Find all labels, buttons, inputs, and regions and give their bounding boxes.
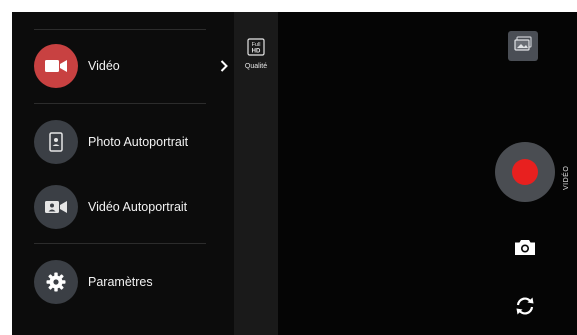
record-button[interactable] bbox=[495, 142, 555, 202]
menu-item-label: Vidéo Autoportrait bbox=[88, 200, 188, 214]
camera-mode-label: VIDÉO bbox=[563, 165, 570, 190]
video-camera-icon bbox=[34, 44, 78, 88]
menu-item-label: Vidéo bbox=[88, 59, 120, 73]
quality-button[interactable]: Full HD Qualité bbox=[236, 38, 276, 78]
camera-icon bbox=[514, 238, 536, 261]
menu-item-video[interactable]: Vidéo bbox=[34, 42, 228, 90]
switch-camera-button[interactable] bbox=[511, 294, 539, 322]
menu-item-photo-selfie[interactable]: Photo Autoportrait bbox=[34, 118, 224, 166]
quality-badge-bottom: HD bbox=[252, 49, 261, 55]
chevron-right-icon[interactable] bbox=[214, 56, 234, 76]
record-dot-icon bbox=[512, 159, 538, 185]
snapshot-button[interactable] bbox=[513, 238, 537, 260]
quality-badge-top: Full bbox=[252, 42, 261, 48]
quality-strip: Full HD Qualité bbox=[234, 12, 278, 335]
switch-camera-icon bbox=[513, 294, 537, 323]
video-selfie-icon bbox=[34, 185, 78, 229]
camera-screen: Vidéo Photo Autoportrait Vidéo Autoportr… bbox=[12, 12, 577, 335]
menu-item-video-selfie[interactable]: Vidéo Autoportrait bbox=[34, 183, 224, 231]
gallery-thumbnail[interactable] bbox=[508, 31, 538, 61]
gear-icon bbox=[34, 260, 78, 304]
menu-item-label: Paramètres bbox=[88, 275, 153, 289]
menu-item-label: Photo Autoportrait bbox=[88, 135, 189, 149]
menu-divider bbox=[34, 103, 206, 104]
menu-item-settings[interactable]: Paramètres bbox=[34, 258, 224, 306]
quality-label: Qualité bbox=[244, 63, 268, 70]
phone-portrait-icon bbox=[34, 120, 78, 164]
menu-divider bbox=[34, 243, 206, 244]
mode-menu: Vidéo Photo Autoportrait Vidéo Autoportr… bbox=[12, 12, 234, 335]
gallery-icon bbox=[514, 35, 532, 57]
menu-divider bbox=[34, 29, 206, 30]
full-hd-icon: Full HD bbox=[247, 38, 265, 61]
